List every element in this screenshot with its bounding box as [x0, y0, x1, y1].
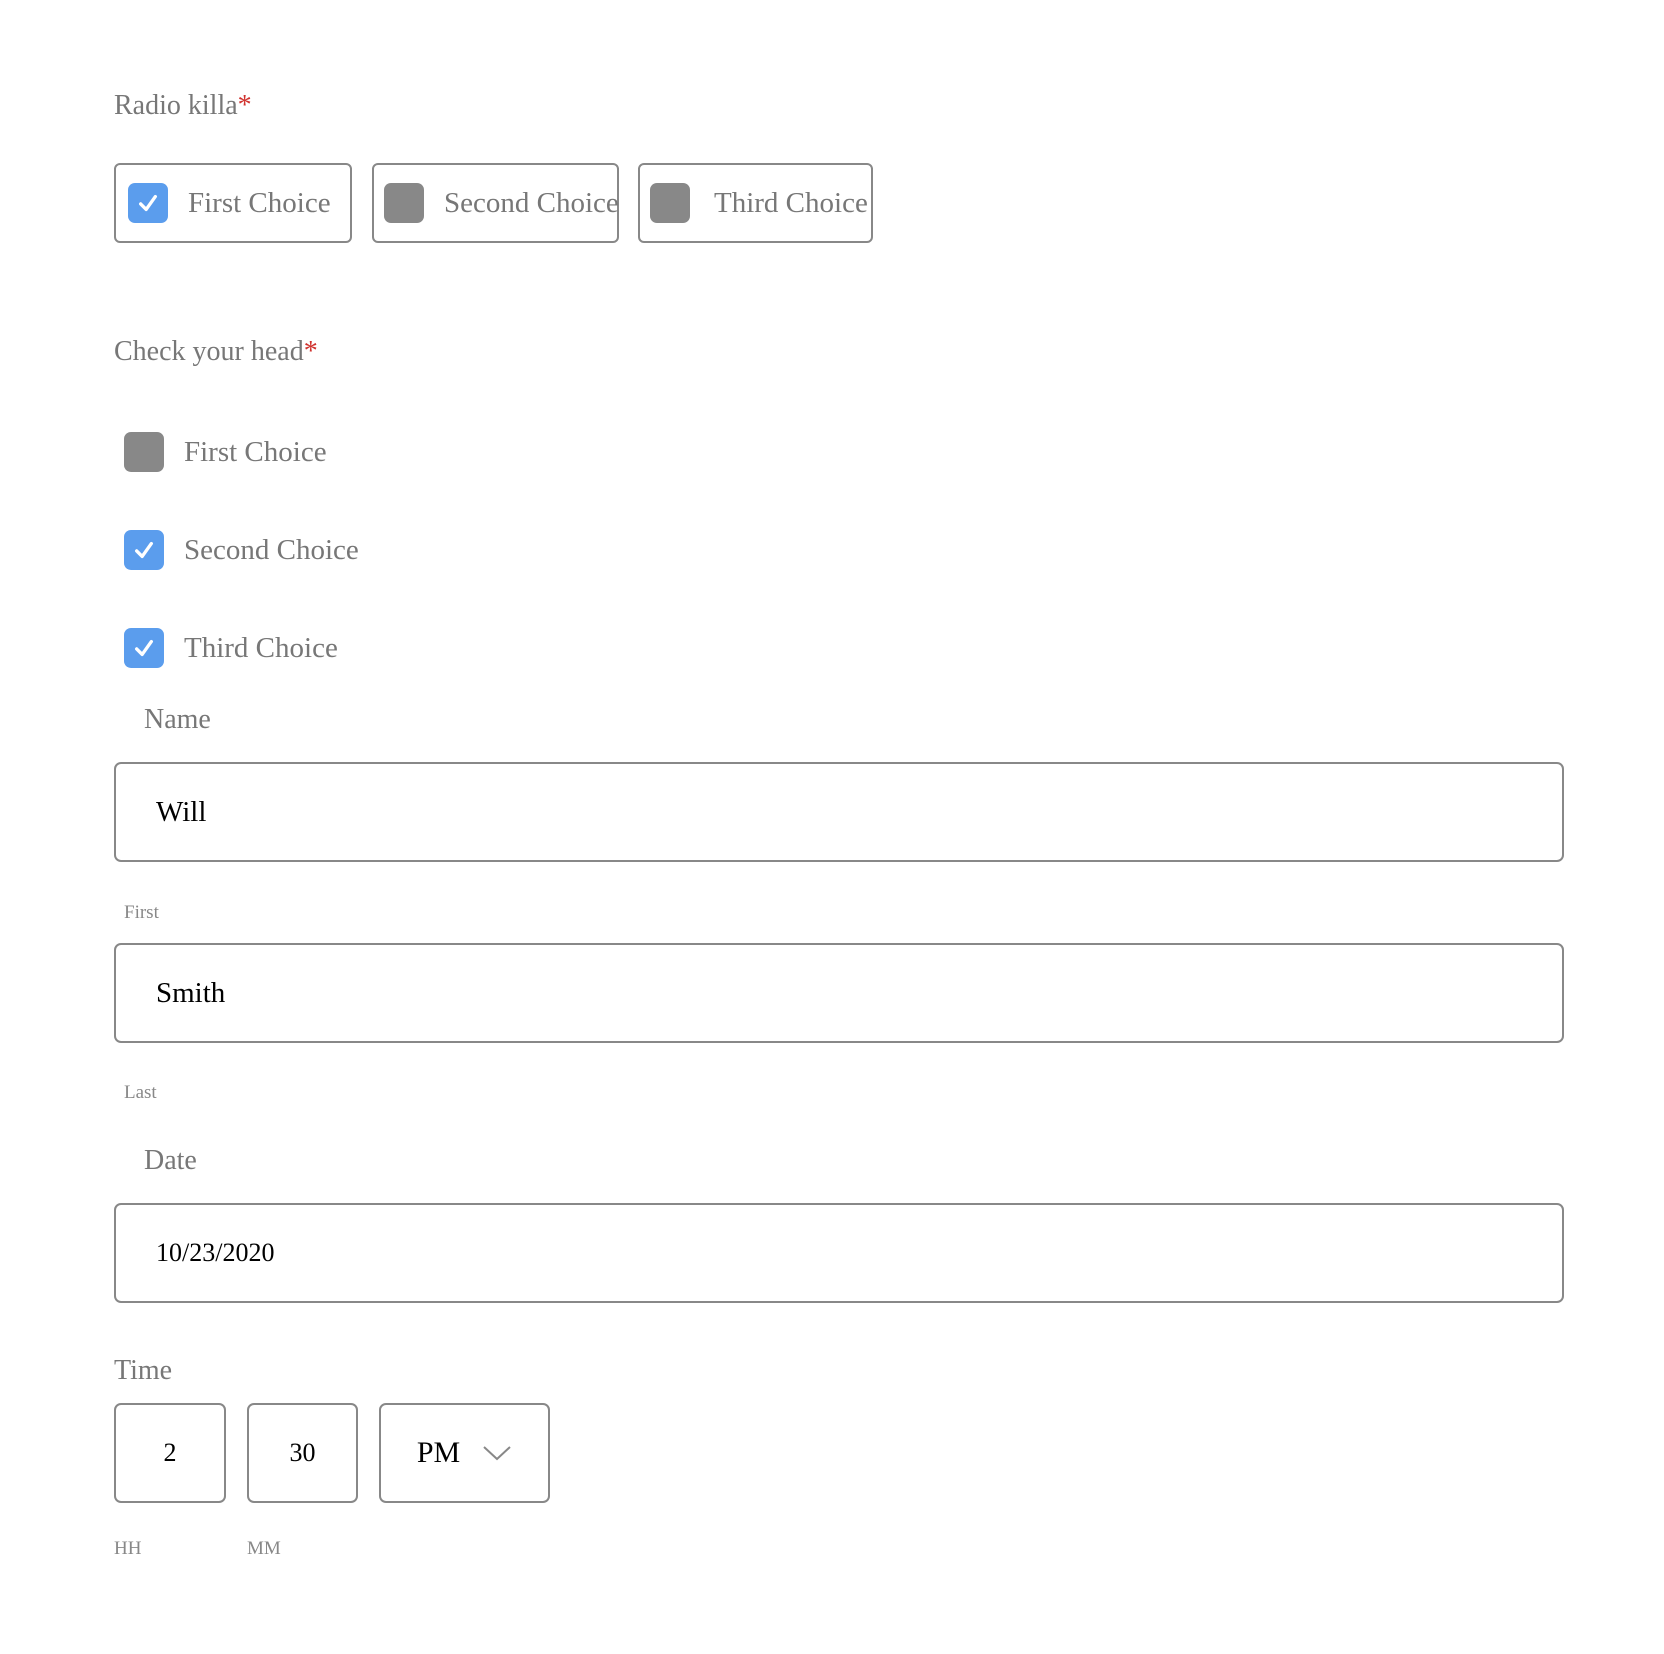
minute-sublabel: MM [247, 1538, 281, 1559]
last-name-input[interactable] [114, 943, 1564, 1043]
hour-sublabel: HH [114, 1538, 142, 1559]
checkbox-option-second[interactable]: Second Choice [124, 530, 359, 570]
required-asterisk: * [237, 90, 252, 121]
checkbox-unchecked-icon [650, 183, 690, 223]
chevron-down-icon [483, 1446, 511, 1461]
checkmark-icon [139, 194, 157, 212]
radio-option-label: Third Choice [714, 186, 868, 219]
checkbox-option-first[interactable]: First Choice [124, 432, 327, 472]
time-label: Time [114, 1355, 173, 1386]
checkbox-checked-icon[interactable] [124, 628, 164, 668]
radio-group-label-text: Radio killa [114, 90, 238, 121]
radio-group-label: Radio killa* [114, 92, 252, 120]
checkbox-option-label: Second Choice [184, 533, 359, 566]
hour-input[interactable] [114, 1403, 226, 1503]
radio-option-label: First Choice [188, 186, 331, 219]
radio-option-second[interactable]: Second Choice [372, 163, 619, 243]
am-pm-value: PM [416, 1436, 461, 1469]
checkbox-option-third[interactable]: Third Choice [124, 628, 338, 668]
checkbox-group-label: Check your head* [114, 338, 318, 366]
name-label: Name [144, 704, 211, 735]
checkmark-icon [135, 639, 153, 657]
checkbox-unchecked-icon[interactable] [124, 432, 164, 472]
date-label: Date [144, 1145, 197, 1176]
checkmark-icon [135, 541, 153, 559]
checkbox-group-label-text: Check your head [114, 336, 304, 367]
first-name-sublabel: First [124, 902, 159, 923]
am-pm-select[interactable]: PM [379, 1403, 550, 1503]
required-asterisk: * [303, 336, 318, 367]
date-input[interactable] [114, 1203, 1564, 1303]
minute-input[interactable] [247, 1403, 358, 1503]
checkbox-option-label: First Choice [184, 435, 327, 468]
radio-option-first[interactable]: First Choice [114, 163, 352, 243]
checkbox-checked-icon [128, 183, 168, 223]
radio-option-label: Second Choice [444, 186, 619, 219]
last-name-sublabel: Last [124, 1082, 157, 1103]
checkbox-unchecked-icon [384, 183, 424, 223]
first-name-input[interactable] [114, 762, 1564, 862]
checkbox-option-label: Third Choice [184, 631, 338, 664]
checkbox-checked-icon[interactable] [124, 530, 164, 570]
radio-option-third[interactable]: Third Choice [638, 163, 873, 243]
